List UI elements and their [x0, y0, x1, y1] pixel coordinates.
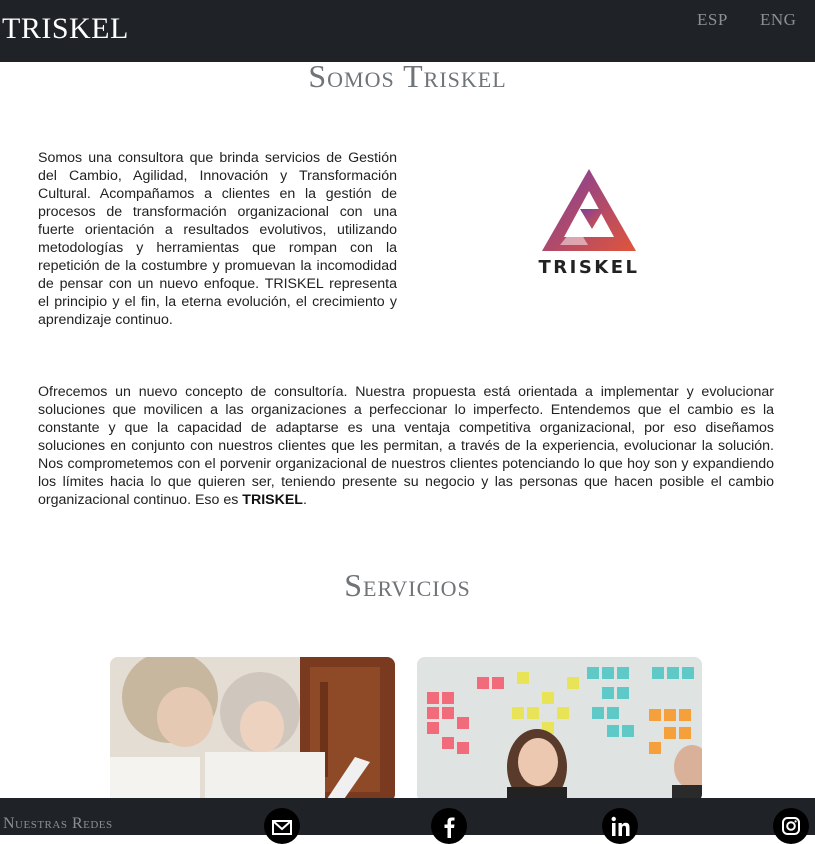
about-paragraph-2: Ofrecemos un nuevo concepto de consultor…: [38, 383, 774, 509]
logo-wordmark: TRISKEL: [538, 257, 640, 278]
service-image-2: [417, 657, 702, 802]
services-title: Servicios: [344, 567, 471, 603]
instagram-icon[interactable]: [773, 808, 809, 844]
about-title: Somos Triskel: [308, 58, 507, 94]
triskel-logo: TRISKEL: [530, 165, 655, 280]
triskel-triangle-icon: [542, 169, 636, 251]
linkedin-icon[interactable]: [602, 808, 638, 844]
about-paragraph-2-end: .: [302, 492, 307, 508]
brand-logo-text[interactable]: TRISKEL: [2, 12, 129, 46]
about-paragraph-1: Somos una consultora que brinda servicio…: [38, 150, 397, 328]
top-navbar: TRISKEL ESP ENG: [0, 0, 815, 62]
about-paragraph-2-text: Ofrecemos un nuevo concepto de consultor…: [38, 384, 774, 508]
service-card-2[interactable]: [417, 657, 702, 802]
mail-icon[interactable]: [264, 808, 300, 844]
language-eng-link[interactable]: ENG: [760, 10, 796, 30]
about-paragraph-2-brand: TRISKEL: [242, 492, 303, 508]
service-image-1: [110, 657, 395, 802]
footer-title: Nuestras Redes: [3, 815, 113, 832]
facebook-icon[interactable]: [431, 808, 467, 844]
footer: Nuestras Redes: [0, 798, 815, 844]
service-card-1[interactable]: [110, 657, 395, 802]
language-esp-link[interactable]: ESP: [697, 10, 728, 30]
